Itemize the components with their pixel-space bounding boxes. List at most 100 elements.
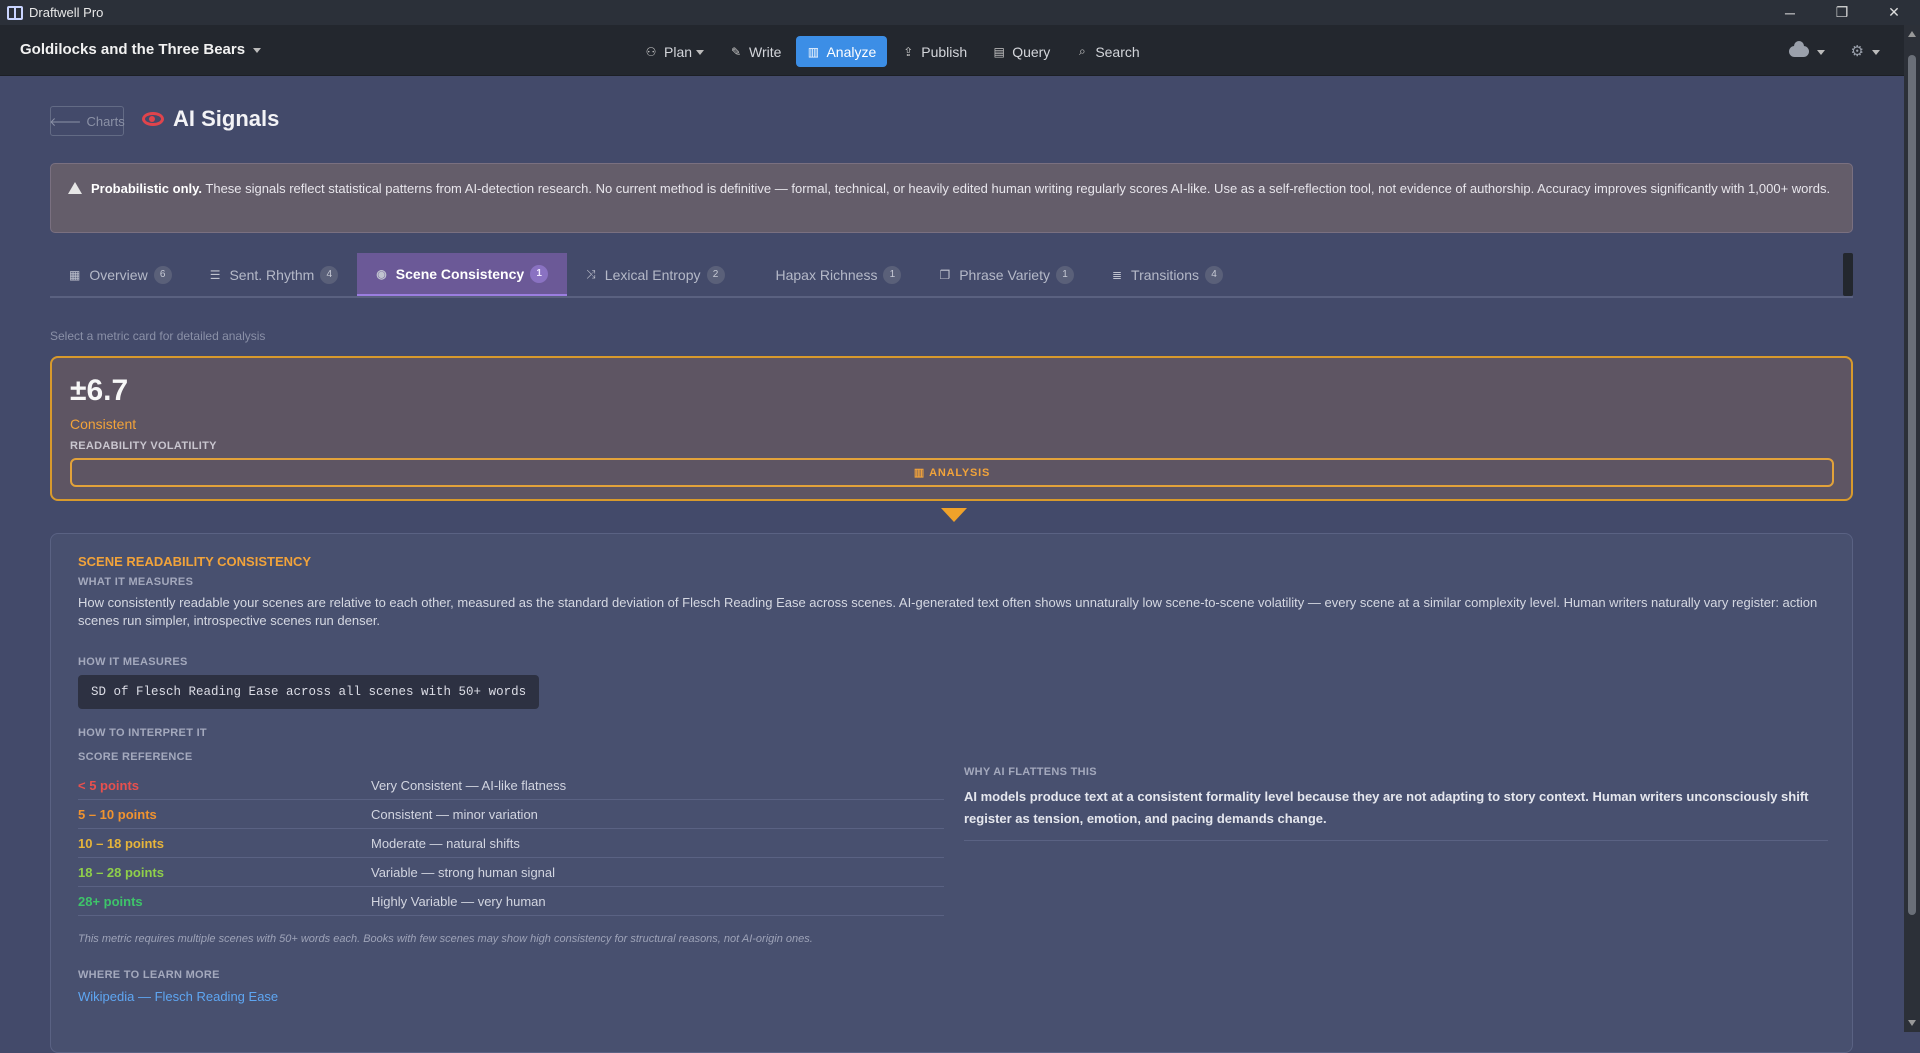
nav-query[interactable]: ▤ Query [982,36,1061,67]
analysis-panel: SCENE READABILITY CONSISTENCY WHAT IT ME… [50,533,1853,1053]
tab-label: Phrase Variety [959,266,1050,283]
nav-label: Search [1095,43,1140,60]
chevron-down-icon [1816,49,1825,55]
align-left-icon: ☰ [209,267,221,282]
title-bar: Draftwell Pro ─ ❐ ✕ [0,0,1920,25]
main-nav: ⚇ Plan ✎ Write ▥ Analyze ⇪ Publish ▤ Query ⌕ Search [634,36,1151,67]
table-icon: ▤ [993,44,1005,59]
page-title-text: AI Signals [173,106,280,131]
tab-label: Hapax Richness [775,266,878,283]
hint-text: Select a metric card for detailed analys… [50,329,266,343]
nav-search[interactable]: ⌕ Search [1065,36,1150,67]
disclaimer-text: These signals reflect statistical patter… [202,181,1831,196]
minimize-button[interactable]: ─ [1764,0,1816,25]
score-range: 28+ points [78,893,143,909]
why-heading: WHY AI FLATTENS THIS [964,766,1097,778]
scroll-up-icon[interactable] [1908,31,1916,37]
tab-count-badge: 4 [1205,265,1223,284]
restore-button[interactable]: ❐ [1816,0,1868,25]
metric-status: Consistent [70,416,137,432]
tab-hapax-richness[interactable]: Hapax Richness 1 [744,253,921,296]
main-content: 🡐 Charts AI Signals Probabilistic only. … [0,76,1904,1053]
disclaimer-banner: Probabilistic only. These signals reflec… [50,163,1853,233]
nav-label: Write [749,43,782,60]
copy-icon: ❐ [939,267,951,282]
chevron-down-icon [696,50,705,55]
tab-label: Lexical Entropy [604,266,701,283]
project-selector[interactable]: Goldilocks and the Three Bears [20,41,262,58]
eye-icon [142,112,164,126]
tab-count-badge: 1 [883,265,902,284]
window-title: Draftwell Pro [29,5,104,20]
tab-phrase-variety[interactable]: ❐ Phrase Variety 1 [920,253,1093,296]
chevron-down-icon [1872,49,1880,55]
scrollbar-thumb[interactable] [1908,55,1916,915]
score-range: 10 – 18 points [78,835,164,851]
tab-transitions[interactable]: ≣ Transitions 4 [1093,253,1242,296]
back-label: Charts [86,113,125,129]
menu-bar: Goldilocks and the Three Bears ⚇ Plan ✎ Wri… [0,25,1920,76]
score-row: < 5 points Very Consistent — AI-like flat… [78,771,944,800]
score-range: 18 – 28 points [78,864,164,880]
tab-count-badge: 2 [706,265,725,284]
tab-sent-rhythm[interactable]: ☰ Sent. Rhythm 4 [191,253,358,296]
nav-label: Analyze [826,43,877,60]
analysis-title: SCENE READABILITY CONSISTENCY [78,554,312,569]
what-text: How consistently readable your scenes ar… [78,595,1818,628]
wikipedia-link[interactable]: Wikipedia — Flesch Reading Ease [78,989,278,1004]
tab-overview[interactable]: ▦ Overview 6 [50,253,191,296]
nav-plan[interactable]: ⚇ Plan [634,36,715,67]
metric-value: ±6.7 [70,374,129,407]
tab-label: Sent. Rhythm [229,266,315,283]
nav-analyze[interactable]: ▥ Analyze [796,36,888,67]
pencil-icon: ✎ [731,44,742,59]
score-range: < 5 points [78,777,140,793]
cloud-sync-button[interactable] [1788,40,1825,57]
nav-label: Plan [664,43,693,60]
tab-count-badge: 4 [320,265,339,284]
score-row: 10 – 18 points Moderate — natural shifts [78,829,944,858]
score-row: 18 – 28 points Variable — strong human si… [78,858,944,887]
tab-scene-consistency[interactable]: ◉ Scene Consistency 1 [357,253,568,296]
caret-down-icon [941,508,967,522]
formula-code: SD of Flesch Reading Ease across all sce… [78,675,540,709]
tab-label: Transitions [1131,266,1199,283]
nav-write[interactable]: ✎ Write [719,36,792,67]
window-controls: ─ ❐ ✕ [1764,0,1920,25]
sitemap-icon: ⚇ [645,44,657,59]
eye-icon: ◉ [376,266,387,281]
score-row: 28+ points Highly Variable — very human [78,887,944,916]
score-table: < 5 points Very Consistent — AI-like flat… [78,771,944,916]
tab-scroll-handle[interactable] [1843,253,1853,296]
score-row: 5 – 10 points Consistent — minor variatio… [78,800,944,829]
settings-button[interactable]: ⚙ [1851,42,1880,60]
list-icon: ≣ [1111,267,1123,282]
tab-lexical-entropy[interactable]: ⤨ Lexical Entropy 2 [567,253,743,296]
what-heading: WHAT IT MEASURES [78,576,194,588]
grid-icon: ▦ [69,267,81,282]
score-range: 5 – 10 points [78,806,157,822]
tab-count-badge: 1 [530,264,549,283]
page-scrollbar[interactable] [1904,25,1920,1032]
tab-count-badge: 1 [1055,265,1074,284]
search-icon: ⌕ [1078,44,1086,58]
score-heading: SCORE REFERENCE [78,751,193,763]
page-title: AI Signals [142,106,279,132]
interpret-heading: HOW TO INTERPRET IT [78,727,207,739]
nav-publish[interactable]: ⇪ Publish [891,36,978,67]
tab-label: Scene Consistency [395,265,525,282]
bar-chart-icon: ▥ [807,44,820,59]
metric-tabs: ▦ Overview 6 ☰ Sent. Rhythm 4 ◉ Scene Consisten… [50,253,1853,298]
nav-label: Publish [921,43,968,60]
scroll-down-icon[interactable] [1908,1020,1916,1026]
score-description: Consistent — minor variation [371,806,538,822]
close-button[interactable]: ✕ [1868,0,1920,25]
gear-icon: ⚙ [1850,43,1864,60]
score-description: Highly Variable — very human [371,893,546,909]
analysis-button[interactable]: ▥ ANALYSIS [70,458,1834,487]
toolbar-right: ⚙ [1788,40,1880,60]
why-text: AI models produce text at a consistent f… [964,786,1828,841]
tab-label: Overview [89,266,148,283]
metric-card[interactable]: ±6.7 Consistent READABILITY VOLATILITY ▥… [50,356,1853,501]
back-to-charts-button[interactable]: 🡐 Charts [49,106,125,136]
